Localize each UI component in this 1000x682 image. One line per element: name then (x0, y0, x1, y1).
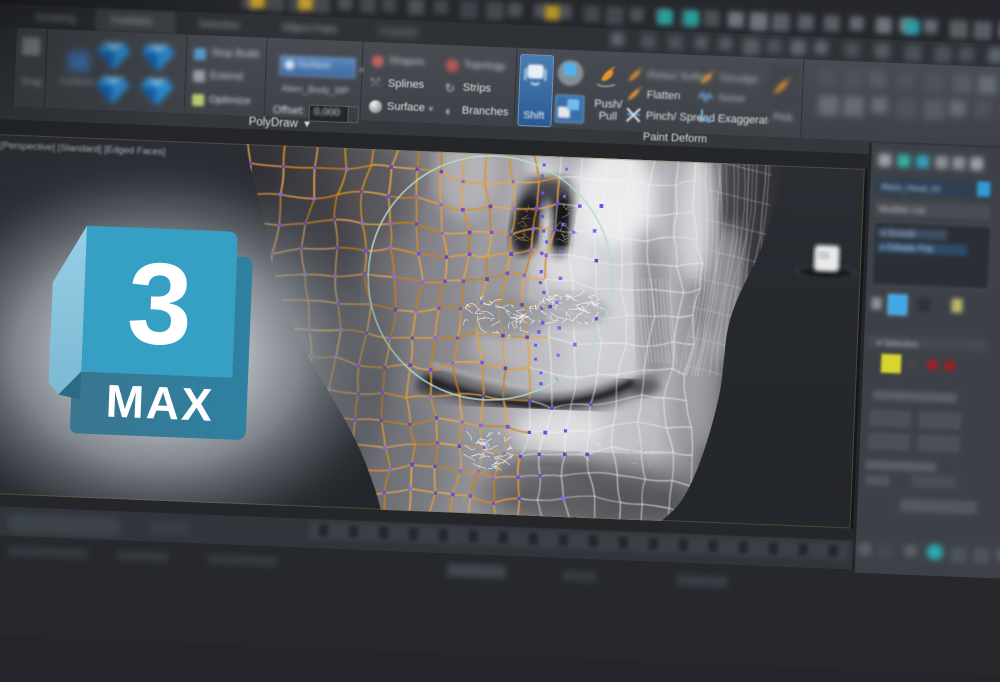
svg-text:3: 3 (125, 237, 195, 369)
svg-text:MAX: MAX (105, 375, 215, 431)
